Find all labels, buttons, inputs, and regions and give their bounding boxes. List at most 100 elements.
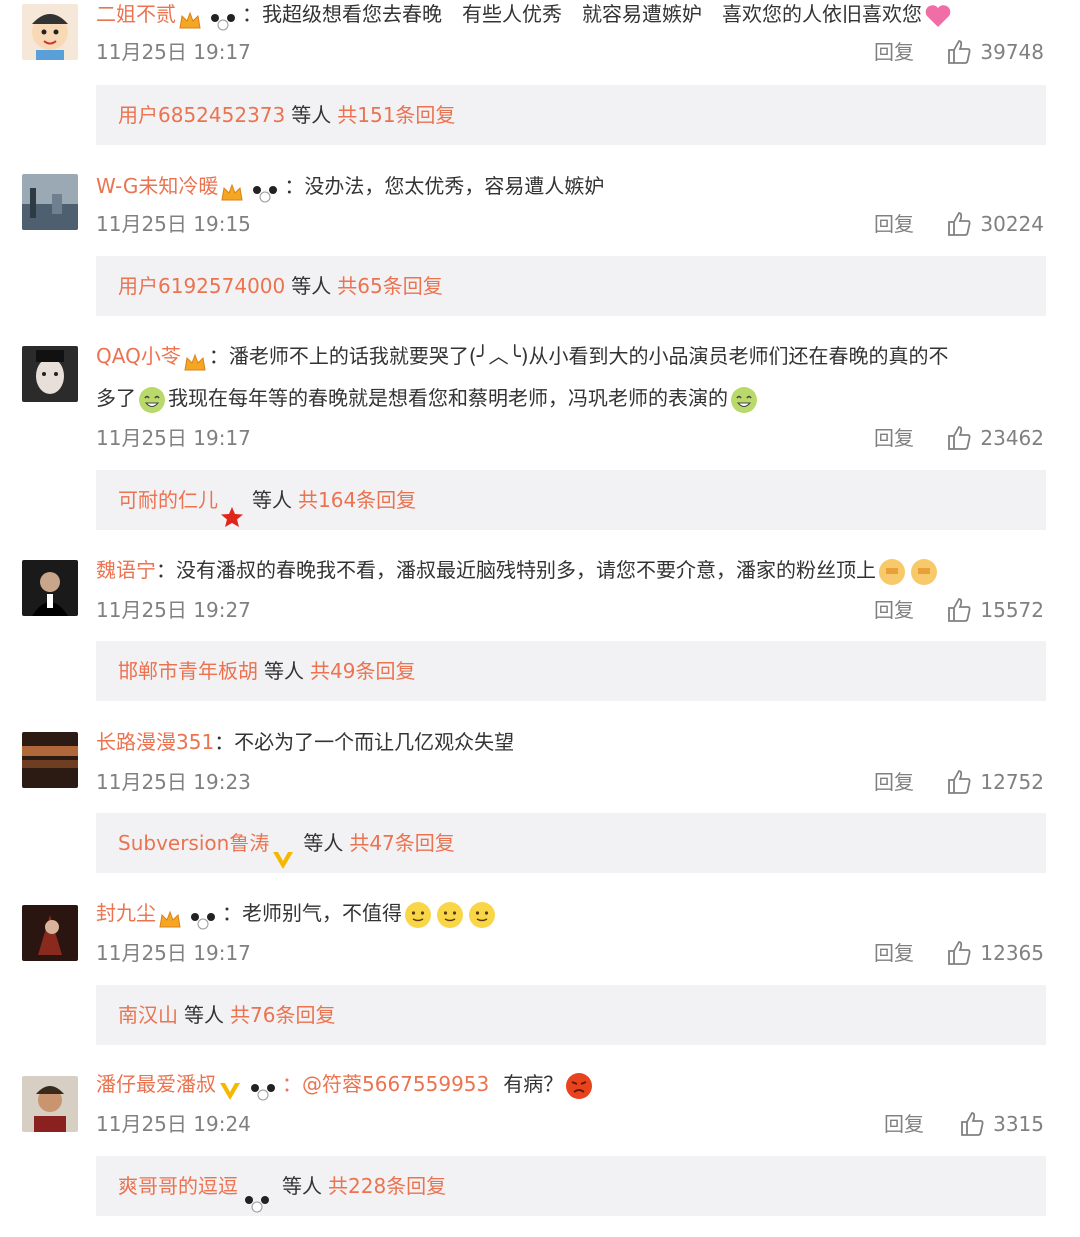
reply-button[interactable]: 回复 [874, 767, 914, 797]
reply-summary[interactable]: 南汉山 等人 共76条回复 [96, 985, 1046, 1045]
comment-body: ：没有潘叔的春晚我不看，潘叔最近脑残特别多，请您不要介意，潘家的粉丝顶上 [156, 558, 876, 582]
crown-badge-icon [158, 904, 182, 927]
username-link[interactable]: 二姐不贰 [96, 2, 176, 26]
reply-user-link[interactable]: 用户6852452373 [118, 103, 285, 127]
panda-badge-icon [206, 5, 240, 30]
reply-count-link[interactable]: 共228条回复 [328, 1174, 446, 1198]
like-button[interactable]: 12365 [946, 938, 1044, 968]
comment-text: 魏语宁：没有潘叔的春晚我不看，潘叔最近脑残特别多，请您不要介意，潘家的粉丝顶上 [96, 550, 1040, 590]
reply-user-link[interactable]: 邯郸市青年板胡 [118, 659, 258, 683]
crown-badge-icon [183, 347, 207, 370]
reply-button[interactable]: 回复 [874, 938, 914, 968]
laugh-cry-emoji-icon [137, 385, 167, 415]
like-count: 3315 [993, 1112, 1044, 1136]
reply-count-link[interactable]: 共76条回复 [230, 1003, 335, 1027]
reply-user-link[interactable]: 用户6192574000 [118, 274, 285, 298]
comment-meta: 11月25日 19:17 回复 23462 [96, 423, 1044, 453]
comment-meta: 11月25日 19:27 回复 15572 [96, 595, 1044, 625]
crown-badge-icon [220, 177, 244, 200]
avatar[interactable] [22, 4, 78, 60]
like-button[interactable]: 3315 [959, 1109, 1044, 1139]
smile-emoji-icon [403, 900, 433, 930]
reply-etc-text: 等人 [184, 1003, 224, 1027]
reply-etc-text: 等人 [264, 659, 304, 683]
angry-emoji-icon [564, 1071, 594, 1101]
reply-summary[interactable]: 用户6192574000 等人 共65条回复 [96, 256, 1046, 316]
like-button[interactable]: 15572 [946, 595, 1044, 625]
reply-count-link[interactable]: 共164条回复 [298, 488, 416, 512]
comment-text: 二姐不贰 ：我超级想看您去春晚 有些人优秀 就容易遭嫉妒 喜欢您的人依旧喜欢您 [96, 0, 1040, 34]
reply-user-link[interactable]: 爽哥哥的逗逗 [118, 1174, 238, 1198]
comment-body: ：我超级想看您去春晚 有些人优秀 就容易遭嫉妒 喜欢您的人依旧喜欢您 [242, 2, 922, 26]
comment-time: 11月25日 19:17 [96, 426, 251, 450]
like-count: 12365 [980, 941, 1044, 965]
reply-count-link[interactable]: 共47条回复 [349, 831, 454, 855]
comment-meta: 11月25日 19:24 回复 3315 [96, 1109, 1044, 1139]
comment-time: 11月25日 19:17 [96, 941, 251, 965]
heart-emoji-icon [923, 1, 953, 31]
username-link[interactable]: 魏语宁 [96, 558, 156, 582]
avatar[interactable] [22, 732, 78, 788]
username-link[interactable]: 长路漫漫351 [96, 730, 214, 754]
like-button[interactable]: 30224 [946, 209, 1044, 239]
reply-button[interactable]: 回复 [884, 1109, 924, 1139]
reply-count-link[interactable]: 共65条回复 [337, 274, 442, 298]
avatar[interactable] [22, 1076, 78, 1132]
crown-badge-icon [178, 5, 202, 28]
thumbs-up-icon [948, 598, 971, 622]
thumbs-up-icon [948, 426, 971, 450]
reply-etc-text: 等人 [282, 1174, 322, 1198]
reply-user-link[interactable]: 可耐的仁儿 [118, 488, 218, 512]
avatar[interactable] [22, 905, 78, 961]
avatar[interactable] [22, 346, 78, 402]
reply-count-link[interactable]: 共151条回复 [337, 103, 455, 127]
like-button[interactable]: 39748 [946, 37, 1044, 67]
reply-etc-text: 等人 [252, 488, 292, 512]
comment-time: 11月25日 19:23 [96, 770, 251, 794]
reply-button[interactable]: 回复 [874, 37, 914, 67]
reply-button[interactable]: 回复 [874, 209, 914, 239]
reply-summary[interactable]: Subversion鲁涛 等人 共47条回复 [96, 813, 1046, 873]
thumbs-up-icon [948, 941, 971, 965]
comment-meta: 11月25日 19:23 回复 12752 [96, 767, 1044, 797]
reply-user-link[interactable]: 南汉山 [118, 1003, 178, 1027]
verified-v-badge-icon [218, 1075, 242, 1100]
like-count: 15572 [980, 598, 1044, 622]
comment-time: 11月25日 19:27 [96, 598, 251, 622]
fist-emoji-icon [877, 557, 907, 587]
reply-button[interactable]: 回复 [874, 595, 914, 625]
comment-time: 11月25日 19:17 [96, 40, 251, 64]
verified-v-badge-icon [271, 834, 295, 869]
comment-body: ：老师别气，不值得 [222, 901, 402, 925]
comment-body: ：没办法，您太优秀，容易遭人嫉妒 [284, 174, 605, 198]
avatar[interactable] [22, 174, 78, 230]
reply-button[interactable]: 回复 [874, 423, 914, 453]
comment-time: 11月25日 19:15 [96, 212, 251, 236]
avatar[interactable] [22, 560, 78, 616]
reply-count-link[interactable]: 共49条回复 [310, 659, 415, 683]
reply-summary[interactable]: 爽哥哥的逗逗 等人 共228条回复 [96, 1156, 1046, 1216]
comment-text: 封九尘 ：老师别气，不值得 [96, 893, 1040, 933]
comment-meta: 11月25日 19:15 回复 30224 [96, 209, 1044, 239]
thumbs-up-icon [948, 770, 971, 794]
thumbs-up-icon [948, 40, 971, 64]
like-count: 23462 [980, 426, 1044, 450]
comment-body-part: 我现在每年等的春晚就是想看您和蔡明老师，冯巩老师的表演的 [168, 386, 728, 410]
reply-summary[interactable]: 用户6852452373 等人 共151条回复 [96, 85, 1046, 145]
comment-body: ：@符蓉5667559953 [282, 1072, 490, 1096]
username-link[interactable]: QAQ小苓 [96, 344, 181, 368]
comment-text: QAQ小苓 ：潘老师不上的话我就要哭了(╯︿╰)从小看到大的小品演员老师们还在春晚… [96, 336, 1040, 376]
panda-badge-icon [246, 1075, 280, 1100]
reply-etc-text: 等人 [291, 274, 332, 298]
reply-etc-text: 等人 [291, 103, 332, 127]
username-link[interactable]: 封九尘 [96, 901, 156, 925]
username-link[interactable]: W-G未知冷暖 [96, 174, 218, 198]
like-button[interactable]: 12752 [946, 767, 1044, 797]
reply-user-link[interactable]: Subversion鲁涛 [118, 831, 269, 855]
username-link[interactable]: 潘仔最爱潘叔 [96, 1072, 216, 1096]
reply-summary[interactable]: 可耐的仁儿 等人 共164条回复 [96, 470, 1046, 530]
panda-badge-icon [186, 904, 220, 929]
like-button[interactable]: 23462 [946, 423, 1044, 453]
reply-summary[interactable]: 邯郸市青年板胡 等人 共49条回复 [96, 641, 1046, 701]
like-count: 30224 [980, 212, 1044, 236]
